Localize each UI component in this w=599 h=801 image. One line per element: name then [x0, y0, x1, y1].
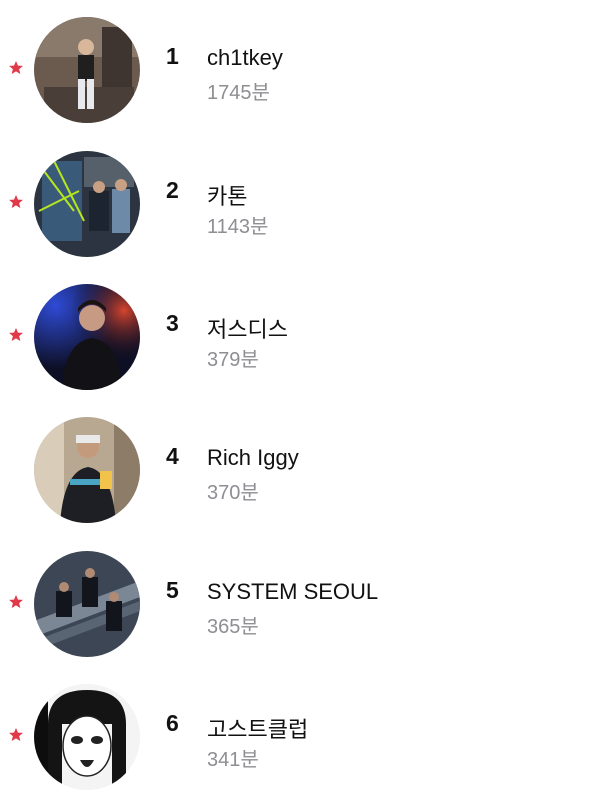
rank-number: 3: [166, 310, 179, 336]
rank-number: 5: [166, 577, 179, 603]
artist-name: Rich Iggy: [207, 445, 299, 470]
rank-number: 4: [166, 443, 179, 469]
favorite-star-icon: [7, 59, 25, 77]
artist-row-1[interactable]: 1 ch1tkey 1745분: [0, 17, 599, 129]
rank-number: 6: [166, 710, 179, 736]
listening-minutes: 370분: [207, 482, 259, 504]
artist-row-2[interactable]: 2 카톤 1143분: [0, 151, 599, 263]
favorite-star-icon: [7, 593, 25, 611]
favorite-star-icon: [7, 193, 25, 211]
artist-avatar[interactable]: [34, 151, 140, 257]
artist-avatar[interactable]: [34, 684, 140, 790]
artist-row-6[interactable]: 6 고스트클럽 341분: [0, 684, 599, 796]
favorite-star-icon: [7, 326, 25, 344]
artist-name: 저스디스: [207, 317, 288, 342]
artist-name: SYSTEM SEOUL: [207, 579, 379, 604]
artist-name: ch1tkey: [207, 45, 283, 70]
artist-avatar[interactable]: [34, 417, 140, 523]
top-artists-list: 1 ch1tkey 1745분 2 카톤 1143분 3 저스디스 379분 4…: [0, 0, 599, 801]
artist-name: 카톤: [207, 184, 248, 209]
artist-avatar[interactable]: [34, 284, 140, 390]
listening-minutes: 379분: [207, 349, 259, 371]
listening-minutes: 1143분: [207, 216, 269, 238]
favorite-star-icon: [7, 726, 25, 744]
listening-minutes: 1745분: [207, 82, 270, 104]
artist-row-5[interactable]: 5 SYSTEM SEOUL 365분: [0, 551, 599, 663]
listening-minutes: 341분: [207, 749, 259, 771]
rank-number: 2: [166, 177, 179, 203]
listening-minutes: 365분: [207, 616, 259, 638]
artist-avatar[interactable]: [34, 551, 140, 657]
rank-number: 1: [166, 43, 179, 69]
artist-row-3[interactable]: 3 저스디스 379분: [0, 284, 599, 396]
artist-name: 고스트클럽: [207, 717, 309, 742]
artist-avatar[interactable]: [34, 17, 140, 123]
artist-row-4[interactable]: 4 Rich Iggy 370분: [0, 417, 599, 529]
